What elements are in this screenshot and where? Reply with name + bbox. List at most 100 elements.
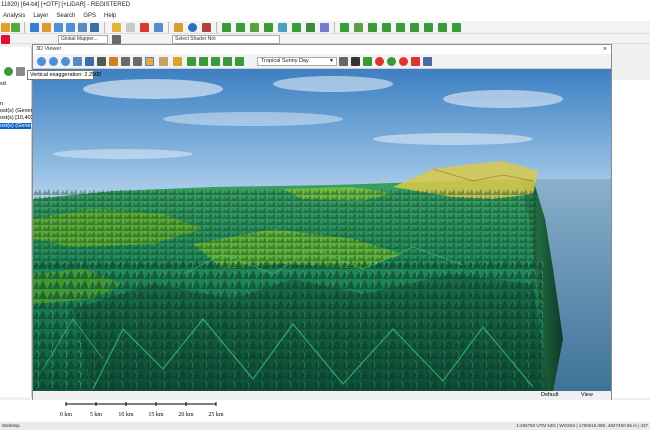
zoom-in-icon[interactable]: [37, 57, 46, 66]
open-icon[interactable]: [1, 23, 10, 32]
viewer-status-right: View: [581, 392, 593, 398]
ridge-texture: [33, 189, 538, 269]
lidar-icon[interactable]: [340, 23, 349, 32]
viewer-statusbar: Default View: [33, 391, 611, 400]
vertical-exaggeration-icon[interactable]: [145, 57, 154, 66]
toolbar-separator: [216, 22, 217, 33]
menu-gps[interactable]: GPS: [83, 13, 96, 19]
app-titlebar: 11820) [64-bit] [+OTF] [+LiDAR] - REGIST…: [0, 0, 650, 10]
terrain-render[interactable]: [33, 69, 611, 391]
profile-icon[interactable]: [278, 23, 287, 32]
viewer-titlebar: 3D Viewer ×: [33, 45, 611, 54]
volume-icon[interactable]: [292, 23, 301, 32]
home-icon[interactable]: [90, 23, 99, 32]
viewshed-icon[interactable]: [250, 23, 259, 32]
zoom-out-icon[interactable]: [66, 23, 75, 32]
shader-icon[interactable]: [320, 23, 329, 32]
sky-preset-select[interactable]: Tropical Sunny Day ▼: [257, 57, 337, 66]
delete-icon[interactable]: [140, 23, 149, 32]
crosshair-icon[interactable]: [121, 57, 130, 66]
walk-icon[interactable]: [97, 57, 106, 66]
record-icon[interactable]: [339, 57, 348, 66]
menu-analysis[interactable]: Analysis: [3, 13, 25, 19]
layer-row[interactable]: ost(s) [10,403: [0, 115, 34, 121]
chevron-down-icon: ▼: [329, 58, 334, 64]
shade-icon[interactable]: [235, 57, 244, 66]
copy-icon[interactable]: [126, 23, 135, 32]
terrain-icon[interactable]: [187, 57, 196, 66]
toolbar-separator: [168, 22, 169, 33]
pin-icon[interactable]: [202, 23, 211, 32]
pan-icon[interactable]: [42, 23, 51, 32]
status-left: WebMap: [2, 423, 20, 428]
cloud: [273, 76, 393, 92]
measure-icon[interactable]: [133, 57, 142, 66]
ruler-icon[interactable]: [159, 57, 168, 66]
map-pane[interactable]: [612, 80, 650, 398]
stop-icon[interactable]: [375, 57, 384, 66]
light-icon[interactable]: [223, 57, 232, 66]
compass-icon[interactable]: [109, 57, 118, 66]
home-icon[interactable]: [85, 57, 94, 66]
mesh-icon[interactable]: [438, 23, 447, 32]
terrain-icon[interactable]: [222, 23, 231, 32]
back-icon[interactable]: [73, 57, 82, 66]
record-circle-icon[interactable]: [399, 57, 408, 66]
surface-icon[interactable]: [424, 23, 433, 32]
play-icon[interactable]: [387, 57, 396, 66]
edit-icon[interactable]: [112, 23, 121, 32]
layer-row[interactable]: xd: [0, 81, 6, 87]
flag-icon[interactable]: [1, 35, 10, 44]
3d-terrain-view[interactable]: [33, 69, 611, 391]
extract-icon[interactable]: [382, 23, 391, 32]
tools-icon[interactable]: [410, 23, 419, 32]
play-icon[interactable]: [4, 67, 13, 76]
camera-icon[interactable]: [351, 57, 360, 66]
close-icon[interactable]: ×: [603, 45, 607, 54]
control-center-panel: xd n ost(s) (Genera ost(s) [10,403 ost(s…: [0, 47, 35, 397]
measure-icon[interactable]: [174, 23, 183, 32]
cut-icon[interactable]: [452, 23, 461, 32]
list-icon[interactable]: [16, 67, 25, 76]
pointer-icon[interactable]: [30, 23, 39, 32]
pause-icon[interactable]: [411, 57, 420, 66]
export-icon[interactable]: [363, 57, 372, 66]
scale-label: 25 km: [208, 412, 224, 418]
scale-label: 5 km: [90, 412, 103, 418]
paste-icon[interactable]: [154, 23, 163, 32]
layer-icon[interactable]: [11, 23, 20, 32]
viewer-status-left: Default: [541, 392, 559, 398]
menu-layer[interactable]: Layer: [33, 13, 48, 19]
classify-icon[interactable]: [354, 23, 363, 32]
grid-icon[interactable]: [306, 23, 315, 32]
back-icon[interactable]: [78, 23, 87, 32]
screenshot-icon[interactable]: [423, 57, 432, 66]
contour-icon[interactable]: [236, 23, 245, 32]
vertical-exaggeration-tooltip: Vertical exaggeration: 2.2500: [27, 70, 101, 80]
shader-combo[interactable]: Select Shader Not: [172, 35, 280, 44]
watershed-icon[interactable]: [264, 23, 273, 32]
water-icon[interactable]: [173, 57, 182, 66]
view-combo[interactable]: Global Mapper...: [58, 35, 108, 44]
settings-icon[interactable]: [112, 35, 121, 44]
layer-row-selected[interactable]: ost(s) (Genera: [0, 123, 35, 129]
scale-bar-area: 0 km 5 km 10 km 15 km 20 km 25 km: [0, 400, 650, 422]
zoom-in-icon[interactable]: [54, 23, 63, 32]
status-right: 1:266750 UTM 54N | WGS84 | 1706015.09E, …: [516, 423, 648, 428]
zoom-out-icon[interactable]: [49, 57, 58, 66]
zoom-full-icon[interactable]: [61, 57, 70, 66]
layer-row[interactable]: ost(s) (Genera: [0, 108, 35, 114]
toolbar-separator: [104, 22, 105, 33]
layer-row[interactable]: n: [0, 101, 3, 107]
menu-help[interactable]: Help: [104, 13, 116, 19]
menu-bar: Analysis Layer Search GPS Help: [0, 10, 650, 21]
points-icon[interactable]: [396, 23, 405, 32]
cloud: [53, 149, 193, 159]
terrain-up-icon[interactable]: [199, 57, 208, 66]
main-toolbar-1: [0, 21, 650, 34]
info-icon[interactable]: [188, 23, 197, 32]
terrain-down-icon[interactable]: [211, 57, 220, 66]
menu-search[interactable]: Search: [56, 13, 75, 19]
scale-bar: 0 km 5 km 10 km 15 km 20 km 25 km: [60, 402, 224, 418]
filter-icon[interactable]: [368, 23, 377, 32]
